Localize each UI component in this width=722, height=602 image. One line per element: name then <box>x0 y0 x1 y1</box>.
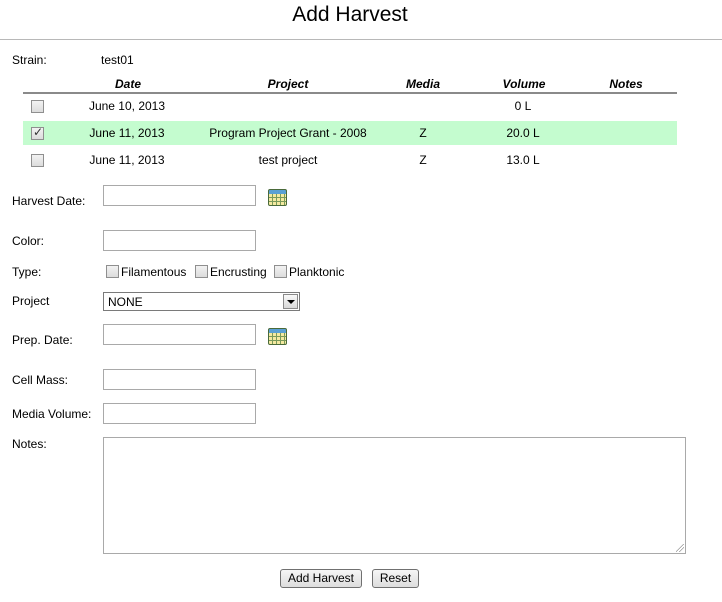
row-checkbox[interactable] <box>31 100 44 113</box>
row-volume: 20.0 L <box>506 126 540 140</box>
strain-value: test01 <box>101 53 134 67</box>
column-header-notes: Notes <box>609 77 643 91</box>
chevron-down-icon[interactable] <box>283 294 298 309</box>
cell-mass-label: Cell Mass: <box>12 373 69 387</box>
type-planktonic-checkbox[interactable] <box>274 265 287 278</box>
column-header-date: Date <box>114 77 141 91</box>
project-selected-value: NONE <box>108 295 143 309</box>
row-volume: 0 L <box>514 99 532 113</box>
type-filamentous-label: Filamentous <box>121 265 187 279</box>
title-divider <box>0 39 722 40</box>
column-header-media: Media <box>405 77 440 91</box>
column-header-volume: Volume <box>502 77 546 91</box>
row-project: test project <box>258 153 318 167</box>
type-label: Type: <box>12 265 42 279</box>
notes-textarea[interactable] <box>103 437 686 554</box>
project-select[interactable]: NONE <box>103 292 300 311</box>
table-row-selected: June 11, 2013 Program Project Grant - 20… <box>23 121 677 145</box>
row-volume: 13.0 L <box>506 153 540 167</box>
add-harvest-button[interactable]: Add Harvest <box>280 569 362 588</box>
type-encrusting-checkbox[interactable] <box>195 265 208 278</box>
media-volume-input[interactable] <box>103 403 256 424</box>
table-row: June 10, 2013 0 L <box>23 94 677 118</box>
notes-label: Notes: <box>12 437 47 451</box>
calendar-icon[interactable] <box>268 189 287 206</box>
page-title: Add Harvest <box>292 3 408 26</box>
calendar-icon[interactable] <box>268 328 287 345</box>
color-label: Color: <box>12 234 45 248</box>
harvest-date-input[interactable] <box>103 185 256 206</box>
row-checkbox[interactable] <box>31 125 44 140</box>
row-media: Z <box>419 126 427 140</box>
color-input[interactable] <box>103 230 256 251</box>
resize-grip-icon[interactable] <box>676 544 684 552</box>
row-checkbox[interactable] <box>31 154 44 167</box>
row-date: June 11, 2013 <box>89 126 165 140</box>
row-date: June 11, 2013 <box>89 153 165 167</box>
row-project: Program Project Grant - 2008 <box>209 126 367 140</box>
column-header-project: Project <box>267 77 309 91</box>
cell-mass-input[interactable] <box>103 369 256 390</box>
type-encrusting-label: Encrusting <box>210 265 267 279</box>
prep-date-input[interactable] <box>103 324 256 345</box>
row-date: June 10, 2013 <box>88 99 166 113</box>
type-planktonic-label: Planktonic <box>289 265 345 279</box>
project-label: Project <box>12 294 50 308</box>
harvest-date-label: Harvest Date: <box>12 194 86 208</box>
prep-date-label: Prep. Date: <box>12 333 73 347</box>
media-volume-label: Media Volume: <box>12 407 92 421</box>
strain-label: Strain: <box>12 53 47 67</box>
row-media: Z <box>419 153 427 167</box>
type-filamentous-checkbox[interactable] <box>106 265 119 278</box>
table-row: June 11, 2013 test project Z 13.0 L <box>23 148 677 172</box>
reset-button[interactable]: Reset <box>372 569 419 588</box>
